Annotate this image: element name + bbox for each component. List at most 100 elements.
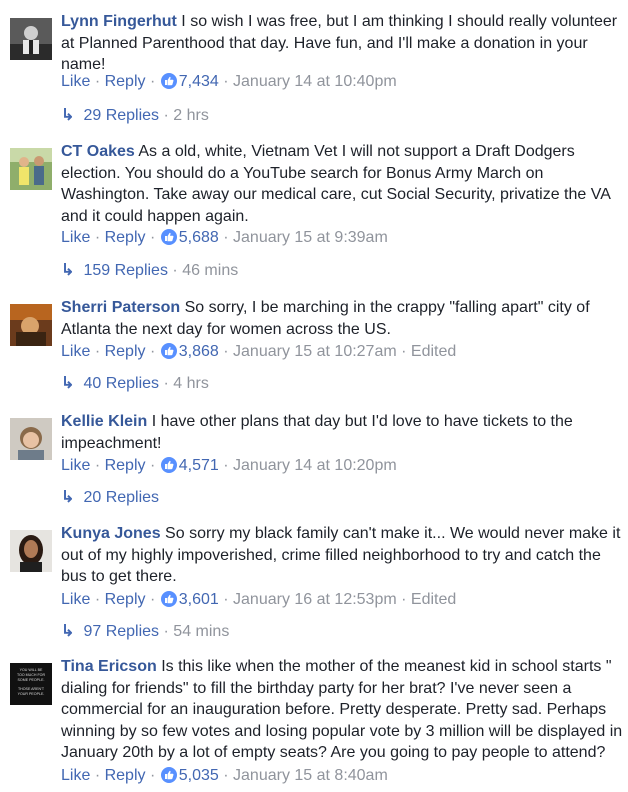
replies-link[interactable]: 29 Replies — [83, 107, 159, 124]
separator: · — [149, 73, 156, 90]
separator: · — [149, 343, 156, 360]
reply-link[interactable]: Reply — [105, 229, 146, 246]
replies-age: 54 mins — [173, 623, 230, 640]
separator: · — [163, 375, 169, 392]
separator: · — [401, 343, 407, 360]
edited-label[interactable]: Edited — [411, 591, 456, 608]
separator: · — [149, 457, 156, 474]
thumbs-up-icon[interactable] — [160, 73, 177, 89]
like-link[interactable]: Like — [61, 457, 90, 474]
separator: · — [223, 591, 229, 608]
thumbs-up-icon[interactable] — [160, 229, 177, 245]
separator: · — [401, 591, 407, 608]
replies-link[interactable]: 97 Replies — [83, 623, 159, 640]
timestamp[interactable]: January 14 at 10:40pm — [233, 73, 397, 90]
reaction-count[interactable]: 5,688 — [179, 229, 219, 246]
separator: · — [94, 591, 101, 608]
replies-row[interactable]: ↳ 159 Replies · 46 mins — [61, 261, 238, 281]
reply-arrow-icon: ↳ — [61, 262, 75, 279]
edited-label[interactable]: Edited — [411, 343, 456, 360]
reaction-count[interactable]: 4,571 — [179, 457, 219, 474]
avatar-quote: YOU WILL BE TOO MUCH FOR SOME PEOPLE. TH… — [16, 668, 46, 696]
replies-row[interactable]: ↳ 97 Replies · 54 mins — [61, 622, 229, 642]
reply-link[interactable]: Reply — [105, 73, 146, 90]
replies-row[interactable]: ↳ 29 Replies · 2 hrs — [61, 106, 209, 126]
comment-text: As a old, white, Vietnam Vet I will not … — [61, 143, 610, 225]
replies-row[interactable]: ↳ 20 Replies — [61, 488, 159, 508]
reply-link[interactable]: Reply — [105, 767, 146, 784]
separator: · — [94, 229, 101, 246]
comment-actions: Like · Reply · 3,601 · January 16 at 12:… — [61, 590, 456, 610]
replies-link[interactable]: 159 Replies — [83, 262, 168, 279]
comment-author[interactable]: Sherri Paterson — [61, 299, 180, 316]
comment-author[interactable]: Kellie Klein — [61, 413, 147, 430]
comment-author[interactable]: Lynn Fingerhut — [61, 13, 177, 30]
separator: · — [223, 457, 229, 474]
reaction-count[interactable]: 3,868 — [179, 343, 219, 360]
comment-body: Kunya Jones So sorry my black family can… — [61, 523, 623, 588]
separator: · — [149, 767, 156, 784]
thumbs-up-icon[interactable] — [160, 457, 177, 473]
thumbs-up-icon[interactable] — [160, 343, 177, 359]
comment-body: CT Oakes As a old, white, Vietnam Vet I … — [61, 141, 623, 227]
replies-link[interactable]: 20 Replies — [83, 489, 159, 506]
like-link[interactable]: Like — [61, 767, 90, 784]
timestamp[interactable]: January 15 at 10:27am — [233, 343, 397, 360]
comment-body: Lynn Fingerhut I so wish I was free, but… — [61, 11, 623, 76]
timestamp[interactable]: January 16 at 12:53pm — [233, 591, 397, 608]
replies-link[interactable]: 40 Replies — [83, 375, 159, 392]
replies-age: 46 mins — [182, 262, 239, 279]
separator: · — [149, 591, 156, 608]
reply-arrow-icon: ↳ — [61, 375, 75, 392]
reaction-count[interactable]: 5,035 — [179, 767, 219, 784]
timestamp[interactable]: January 15 at 8:40am — [233, 767, 388, 784]
reply-link[interactable]: Reply — [105, 591, 146, 608]
avatar[interactable] — [10, 148, 52, 190]
comment-body: Kellie Klein I have other plans that day… — [61, 411, 623, 454]
thumbs-up-icon[interactable] — [160, 591, 177, 607]
replies-age: 2 hrs — [173, 107, 209, 124]
reaction-count[interactable]: 3,601 — [179, 591, 219, 608]
avatar[interactable] — [10, 530, 52, 572]
reply-arrow-icon: ↳ — [61, 623, 75, 640]
comment-actions: Like · Reply · 5,688 · January 15 at 9:3… — [61, 228, 388, 248]
reply-arrow-icon: ↳ — [61, 107, 75, 124]
replies-row[interactable]: ↳ 40 Replies · 4 hrs — [61, 374, 209, 394]
comment-actions: Like · Reply · 3,868 · January 15 at 10:… — [61, 342, 456, 362]
separator: · — [223, 343, 229, 360]
separator: · — [223, 767, 229, 784]
timestamp[interactable]: January 14 at 10:20pm — [233, 457, 397, 474]
separator: · — [172, 262, 178, 279]
avatar[interactable]: YOU WILL BE TOO MUCH FOR SOME PEOPLE. TH… — [10, 663, 52, 705]
separator: · — [163, 623, 169, 640]
comment-author[interactable]: Tina Ericson — [61, 658, 157, 675]
separator: · — [149, 229, 156, 246]
separator: · — [94, 767, 101, 784]
comment-actions: Like · Reply · 4,571 · January 14 at 10:… — [61, 456, 397, 476]
like-link[interactable]: Like — [61, 343, 90, 360]
comment-body: Sherri Paterson So sorry, I be marching … — [61, 297, 623, 340]
reply-arrow-icon: ↳ — [61, 489, 75, 506]
reply-link[interactable]: Reply — [105, 457, 146, 474]
comment-body: Tina Ericson Is this like when the mothe… — [61, 656, 623, 764]
replies-age: 4 hrs — [173, 375, 209, 392]
like-link[interactable]: Like — [61, 73, 90, 90]
separator: · — [94, 343, 101, 360]
comment-actions: Like · Reply · 5,035 · January 15 at 8:4… — [61, 766, 388, 786]
reply-link[interactable]: Reply — [105, 343, 146, 360]
timestamp[interactable]: January 15 at 9:39am — [233, 229, 388, 246]
like-link[interactable]: Like — [61, 229, 90, 246]
like-link[interactable]: Like — [61, 591, 90, 608]
comment-author[interactable]: CT Oakes — [61, 143, 135, 160]
avatar[interactable] — [10, 418, 52, 460]
comment-actions: Like · Reply · 7,434 · January 14 at 10:… — [61, 72, 397, 92]
reaction-count[interactable]: 7,434 — [179, 73, 219, 90]
thumbs-up-icon[interactable] — [160, 767, 177, 783]
separator: · — [223, 229, 229, 246]
avatar[interactable] — [10, 304, 52, 346]
separator: · — [94, 457, 101, 474]
avatar[interactable] — [10, 18, 52, 60]
comment-author[interactable]: Kunya Jones — [61, 525, 161, 542]
separator: · — [223, 73, 229, 90]
separator: · — [163, 107, 169, 124]
